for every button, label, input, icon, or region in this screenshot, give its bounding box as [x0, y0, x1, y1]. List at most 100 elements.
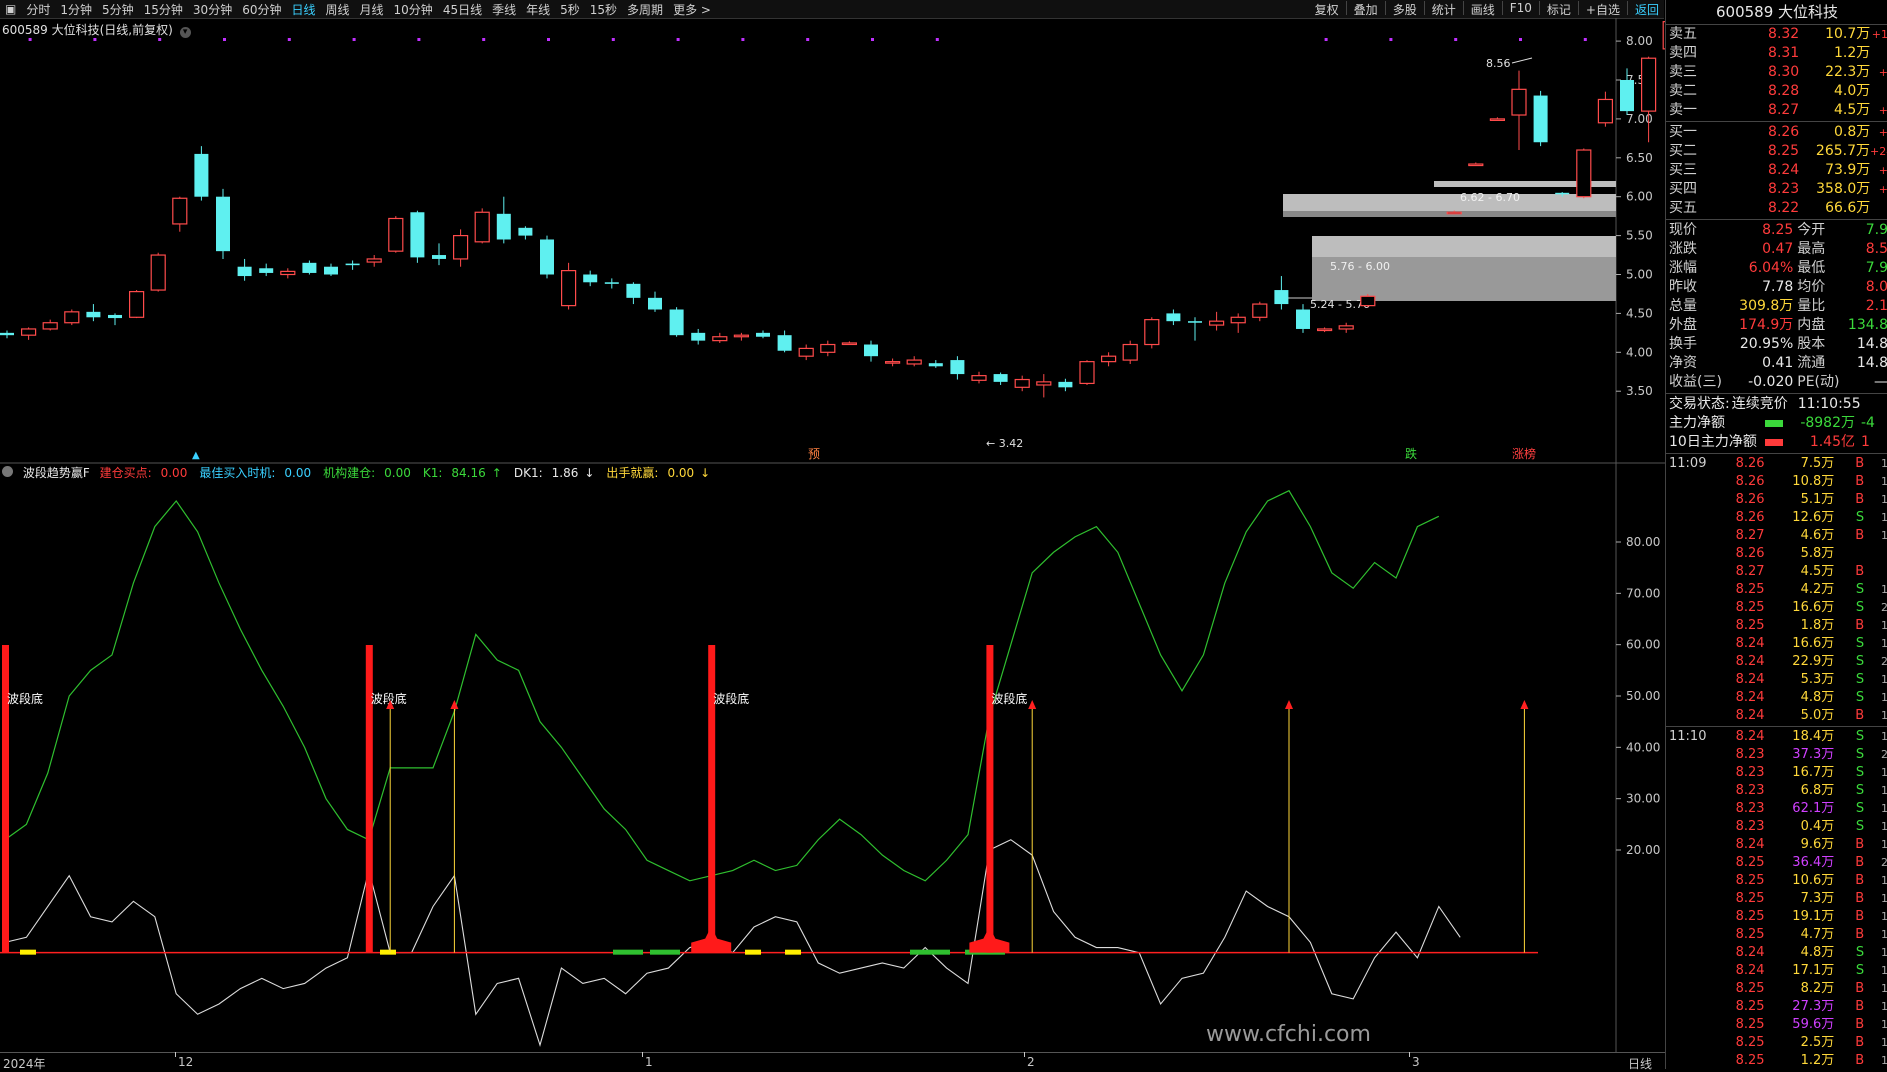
order-book-row[interactable]: 卖五 8.32 10.7万 +1 — [1666, 25, 1887, 44]
tab-period[interactable]: 10分钟 — [389, 1, 438, 18]
tab-period[interactable]: 日线 — [286, 1, 320, 18]
toolbar-menu-icon[interactable]: ▣ — [0, 2, 21, 16]
back-button[interactable]: 返回 — [1630, 1, 1664, 18]
tab-period[interactable]: 15秒 — [585, 1, 622, 18]
event-dot — [287, 38, 291, 41]
tab-period[interactable]: 周线 — [321, 1, 355, 18]
order-book-row[interactable]: 买一 8.26 0.8万 + — [1666, 123, 1887, 142]
quote-label: 流通 — [1797, 355, 1826, 371]
toolbar-action-button[interactable]: 多股 — [1388, 1, 1422, 18]
tick-price: 8.24 — [1735, 654, 1765, 669]
quote-info-row: 收益(三) -0.020 PE(动) — — [1666, 373, 1887, 392]
order-book-row[interactable]: 卖一 8.27 4.5万 + — [1666, 101, 1887, 120]
candle-body — [1360, 295, 1376, 307]
tick-list[interactable]: 11:10 8.24 18.4万 S 1 8.23 37.3万 S 2 8.23 16.7万 S 1 8.… — [1666, 728, 1887, 1070]
order-book-row[interactable]: 买二 8.25 265.7万+24 — [1666, 142, 1887, 161]
quote-value: 7.78 — [1762, 279, 1794, 295]
toolbar-action-button[interactable]: +自选 — [1581, 1, 1625, 18]
tick-price: 8.26 — [1735, 474, 1765, 489]
order-book-row[interactable]: 卖二 8.28 4.0万 — [1666, 82, 1887, 101]
tick-count: 1 — [1881, 637, 1887, 650]
event-dot — [1519, 38, 1522, 41]
quote-value: 8.0 — [1865, 279, 1887, 295]
tick-count: 1 — [1881, 982, 1887, 995]
event-dot — [1389, 38, 1393, 41]
candle-body — [1188, 321, 1202, 323]
candle-body — [971, 375, 987, 381]
candle-body — [928, 363, 943, 367]
tab-period[interactable]: 年线 — [521, 1, 555, 18]
toolbar-action-button[interactable]: 复权 — [1310, 1, 1344, 18]
quote-info-row: 总量 309.8万 量比 2.1 — [1666, 297, 1887, 316]
tab-period[interactable]: 分时 — [21, 1, 55, 18]
tab-period[interactable]: 季线 — [487, 1, 521, 18]
candle-body — [1555, 192, 1570, 195]
order-book-row[interactable]: 卖四 8.31 1.2万 — [1666, 44, 1887, 63]
tick-price: 8.25 — [1735, 909, 1765, 924]
date-axis: 2024年 12 1 2 3 日线 — [0, 1052, 1665, 1071]
tick-volume: 8.2万 — [1800, 981, 1835, 996]
tick-price: 8.25 — [1735, 1053, 1765, 1068]
tick-time: 11:09 — [1669, 456, 1707, 471]
tick-direction: B — [1855, 564, 1865, 579]
fund-flow-bar — [1765, 439, 1783, 446]
tick-count — [1864, 545, 1887, 563]
indicator-collapse-icon[interactable] — [2, 466, 13, 477]
order-book-row[interactable]: 买五 8.22 66.6万 — [1666, 199, 1887, 218]
indicator-field-value: 1.86 — [551, 466, 579, 480]
tick-count: 1 — [1881, 493, 1887, 506]
tick-price: 8.25 — [1735, 1035, 1765, 1050]
tick-time — [1666, 818, 1735, 836]
tick-volume: 4.2万 — [1800, 582, 1835, 597]
toolbar-action-button[interactable]: 画线 — [1466, 1, 1500, 18]
tick-row: 8.26 5.8万 — [1666, 545, 1887, 563]
toolbar-action-button[interactable]: 标记 — [1542, 1, 1576, 18]
tab-period[interactable]: 5分钟 — [97, 1, 139, 18]
event-dot — [352, 38, 356, 41]
order-book-row[interactable]: 卖三 8.30 22.3万 + — [1666, 63, 1887, 82]
order-book-row[interactable]: 买四 8.23 358.0万 + — [1666, 180, 1887, 199]
zero-segment — [613, 949, 643, 955]
tab-period[interactable]: 30分钟 — [188, 1, 237, 18]
candle-body — [1597, 98, 1614, 124]
indicator-field: 建仓买点: 0.00 — [100, 466, 194, 480]
order-book-row[interactable]: 买三 8.24 73.9万 + — [1666, 161, 1887, 180]
y-tick-label: 40.00 — [1626, 740, 1660, 754]
candle-body — [194, 153, 209, 197]
candle-body — [1058, 381, 1073, 388]
tick-volume: 5.8万 — [1800, 546, 1835, 561]
tick-row: 8.25 1.8万 B 1 — [1666, 617, 1887, 635]
tick-row: 8.23 16.7万 S 1 — [1666, 764, 1887, 782]
quote-value: 20.95% — [1739, 336, 1794, 352]
candle-body — [1208, 320, 1225, 326]
tab-period[interactable]: 多周期 — [622, 1, 668, 18]
candle-body — [1576, 149, 1592, 198]
tick-row: 8.25 4.2万 S 1 — [1666, 581, 1887, 599]
zero-segment — [785, 949, 801, 955]
quote-value: 14.8 — [1856, 336, 1887, 352]
tab-period[interactable]: 1分钟 — [55, 1, 97, 18]
toolbar-action-button[interactable]: 统计 — [1427, 1, 1461, 18]
tick-price: 8.26 — [1735, 510, 1765, 525]
tick-direction: S — [1855, 510, 1865, 525]
chart-area[interactable]: 8.508.007.507.006.506.005.505.004.504.00… — [0, 18, 1665, 1052]
tick-row: 8.26 10.8万 B 1 — [1666, 473, 1887, 491]
tab-period[interactable]: 更多 > — [668, 1, 716, 18]
order-book-volume: 22.3万 — [1825, 64, 1871, 80]
tab-period[interactable]: 5秒 — [555, 1, 585, 18]
tab-period[interactable]: 月线 — [355, 1, 389, 18]
tick-volume: 12.6万 — [1792, 510, 1835, 525]
indicator-field-value: 0.00 — [284, 466, 312, 480]
toolbar-action-button[interactable]: F10 — [1505, 1, 1537, 18]
quote-value: 174.9万 — [1739, 317, 1794, 333]
order-book-label: 买五 — [1669, 200, 1697, 216]
date-label: 2024年 — [3, 1057, 46, 1071]
indicator-field: 最佳买入时机: 0.00 — [199, 466, 317, 480]
tab-period[interactable]: 45日线 — [438, 1, 487, 18]
tick-list[interactable]: 11:09 8.26 7.5万 B 1 8.26 10.8万 B 1 8.26 5.1万 B 1 8.26… — [1666, 455, 1887, 725]
tick-price: 8.25 — [1735, 999, 1765, 1014]
toolbar-action-button[interactable]: 叠加 — [1349, 1, 1383, 18]
tab-period[interactable]: 15分钟 — [139, 1, 188, 18]
order-book-label: 卖四 — [1669, 45, 1697, 61]
tab-period[interactable]: 60分钟 — [237, 1, 286, 18]
